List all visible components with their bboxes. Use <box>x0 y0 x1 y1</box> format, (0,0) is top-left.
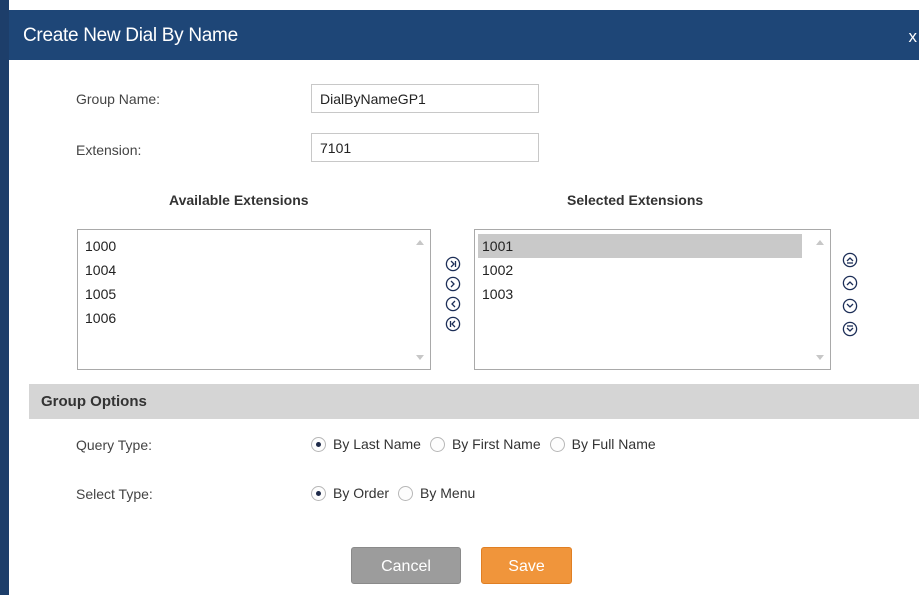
save-button[interactable]: Save <box>481 547 572 584</box>
radio-button[interactable] <box>311 436 326 452</box>
query-type-label: Query Type: <box>76 437 153 453</box>
extension-list-item[interactable]: 1000 <box>81 234 410 258</box>
move-right-icon[interactable] <box>445 276 461 292</box>
radio-label[interactable]: By Last Name <box>333 436 421 452</box>
available-extensions-list[interactable]: 1000 1004 1005 1006 <box>77 229 431 370</box>
group-options-header: Group Options <box>29 384 919 419</box>
selected-extensions-list[interactable]: 1001 1002 1003 <box>474 229 831 370</box>
radio-label[interactable]: By Order <box>333 485 389 501</box>
extension-list-item[interactable]: 1003 <box>478 282 802 306</box>
group-name-label: Group Name: <box>76 91 161 107</box>
scroll-down-icon[interactable] <box>816 355 824 360</box>
extension-input[interactable] <box>311 133 539 162</box>
group-options-title: Group Options <box>41 393 147 410</box>
extension-list-item[interactable]: 1002 <box>478 258 802 282</box>
move-left-icon[interactable] <box>445 296 461 312</box>
radio-label[interactable]: By First Name <box>452 436 541 452</box>
scroll-up-icon[interactable] <box>816 240 824 245</box>
move-all-right-icon[interactable] <box>445 256 461 272</box>
scroll-down-icon[interactable] <box>416 355 424 360</box>
selected-scrollbar[interactable] <box>812 231 829 368</box>
move-up-icon[interactable] <box>842 275 858 291</box>
radio-label[interactable]: By Menu <box>420 485 475 501</box>
extension-list-item[interactable]: 1001 <box>478 234 802 258</box>
dialog-title: Create New Dial By Name <box>23 25 238 46</box>
selected-extensions-title: Selected Extensions <box>567 192 704 208</box>
extension-list-item[interactable]: 1005 <box>81 282 410 306</box>
select-type-radio-group: By Order By Menu <box>311 484 484 501</box>
cancel-button[interactable]: Cancel <box>351 547 461 584</box>
scroll-up-icon[interactable] <box>416 240 424 245</box>
extension-label: Extension: <box>76 142 142 158</box>
group-name-input[interactable] <box>311 84 539 113</box>
radio-button[interactable] <box>311 485 326 501</box>
available-scrollbar[interactable] <box>412 231 429 368</box>
radio-button[interactable] <box>429 436 445 452</box>
dialog-titlebar: Create New Dial By Name x <box>9 10 919 60</box>
radio-button[interactable] <box>549 436 565 452</box>
extension-list-item[interactable]: 1006 <box>81 306 410 330</box>
select-type-label: Select Type: <box>76 486 153 502</box>
radio-label[interactable]: By Full Name <box>572 436 656 452</box>
available-extensions-title: Available Extensions <box>169 192 309 208</box>
radio-button[interactable] <box>398 485 414 501</box>
move-top-icon[interactable] <box>842 252 858 268</box>
move-down-icon[interactable] <box>842 298 858 314</box>
query-type-radio-group: By Last Name By First Name By Full Name <box>311 435 665 452</box>
move-bottom-icon[interactable] <box>842 321 858 337</box>
move-all-left-icon[interactable] <box>445 316 461 332</box>
dialog-frame-edge <box>0 0 9 595</box>
extension-list-item[interactable]: 1004 <box>81 258 410 282</box>
close-icon[interactable]: x <box>909 27 918 47</box>
